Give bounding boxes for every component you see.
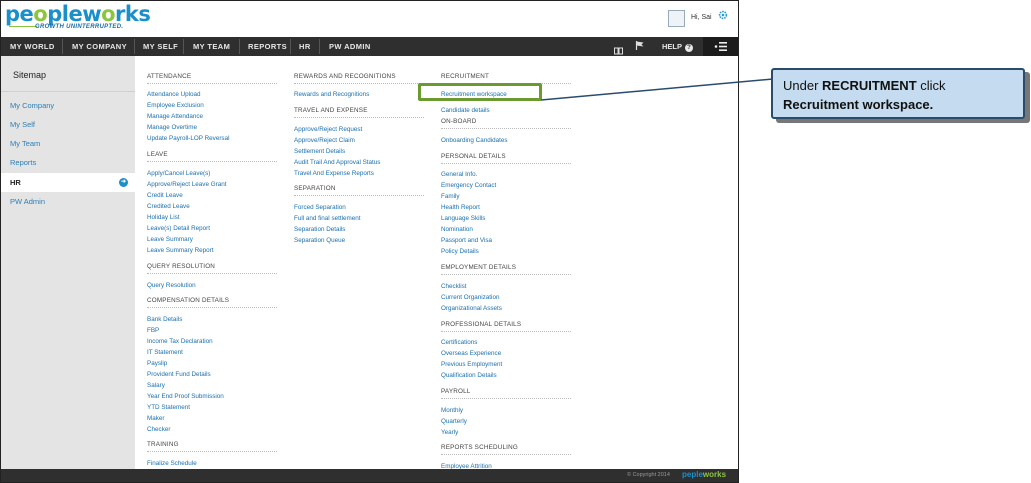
instruction-callout: Under RECRUITMENT click Recruitment works… [771,68,1025,119]
